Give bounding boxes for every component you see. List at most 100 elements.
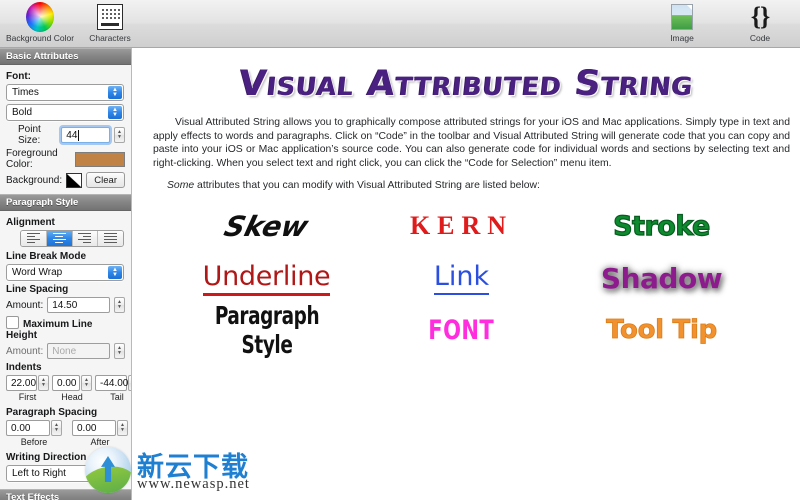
indents-label: Indents [6, 362, 42, 373]
toolbar-label-characters: Characters [89, 33, 131, 43]
alignment-label: Alignment [6, 217, 55, 228]
sample-text-kern: KERN [409, 211, 514, 241]
sample-cell-tool-tip: Tool Tip [562, 315, 762, 346]
align-left-button[interactable] [21, 231, 47, 246]
max-amount-input[interactable]: None [47, 343, 110, 359]
document-subtitle-rest: attributes that you can modify with Visu… [194, 180, 540, 192]
toolbar-button-image[interactable]: Image [650, 2, 714, 43]
point-size-row: Point Size: 44 ▲ ▼ [18, 124, 125, 146]
line-break-mode-value: Word Wrap [12, 267, 63, 278]
line-break-mode-label: Line Break Mode [6, 251, 87, 262]
indent-head-input[interactable]: 0.00 [52, 375, 80, 391]
indent-head-caption: Head [61, 392, 83, 402]
sample-cell-shadow: Shadow [562, 262, 762, 295]
sample-text-shadow: Shadow [600, 261, 723, 295]
indent-head-stepper[interactable]: ▲ ▼ [81, 375, 92, 391]
max-line-height-checkbox[interactable] [6, 316, 19, 329]
sample-row: Underline Link Shadow [133, 252, 800, 304]
spacing-before-input[interactable]: 0.00 [6, 420, 50, 436]
section-header-text-effects[interactable]: Text Effects [0, 489, 131, 500]
background-label: Background: [6, 174, 63, 186]
section-body-basic-attributes: Font: Times ▲ ▼ Bold ▲ ▼ Point Size: 44 ▲ ▼… [0, 65, 131, 194]
sample-cell-kern: KERN [362, 211, 562, 241]
indent-first-caption: First [18, 392, 37, 402]
section-header-basic-attributes[interactable]: Basic Attributes [0, 48, 131, 65]
toolbar-button-code[interactable]: {} Code [728, 2, 792, 44]
chevron-updown-icon: ▲ ▼ [108, 86, 122, 99]
line-break-mode-select[interactable]: Word Wrap ▲ ▼ [6, 264, 124, 281]
line-spacing-amount-input[interactable]: 14.50 [47, 297, 110, 313]
max-amount-label: Amount: [6, 345, 44, 357]
max-amount-stepper[interactable]: ▲ ▼ [114, 343, 125, 359]
document-paragraph: Visual Attributed String allows you to g… [153, 117, 790, 169]
indent-tail-stepper[interactable]: ▲▼ [128, 375, 131, 391]
indent-tail-group: -44.00 ▲▼ Tail [95, 375, 131, 402]
point-size-input[interactable]: 44 [61, 127, 110, 143]
foreground-color-swatch[interactable] [74, 151, 125, 167]
indent-first-stepper[interactable]: ▲ ▼ [38, 375, 49, 391]
max-amount-placeholder: None [52, 345, 77, 357]
character-palette-icon [97, 2, 123, 32]
writing-direction-value: Left to Right [12, 468, 66, 479]
indent-head-group: 0.00 ▲ ▼ Head [52, 375, 92, 402]
indent-first-value: 22.00 [11, 377, 37, 389]
chevron-updown-icon: ▲ ▼ [108, 266, 122, 279]
indent-head-value: 0.00 [57, 377, 77, 389]
spacing-after-value: 0.00 [77, 422, 97, 434]
image-icon [671, 2, 693, 32]
spacing-after-group: 0.00 ▲ ▼ After [72, 420, 128, 447]
spacing-after-caption: After [90, 437, 110, 447]
clear-button[interactable]: Clear [86, 172, 125, 188]
font-family-select[interactable]: Times ▲ ▼ [6, 84, 124, 101]
indent-tail-value: -44.00 [100, 377, 129, 389]
align-right-button[interactable] [72, 231, 99, 246]
align-right-icon [78, 232, 92, 245]
indent-tail-input[interactable]: -44.00 [95, 375, 129, 391]
background-gradient-swatch[interactable] [66, 172, 83, 188]
alignment-segmented-control[interactable] [20, 230, 124, 247]
sample-text-link[interactable]: Link [433, 261, 490, 296]
document-title: Visual Attributed String [237, 64, 696, 104]
background-row: Background: Clear [6, 172, 125, 188]
font-style-select[interactable]: Bold ▲ ▼ [6, 104, 124, 121]
foreground-color-row: Foreground Color: [6, 148, 125, 170]
spacing-before-stepper[interactable]: ▲ ▼ [51, 420, 62, 436]
chevron-updown-icon: ▲ ▼ [108, 467, 122, 480]
spacing-after-stepper[interactable]: ▲ ▼ [117, 420, 128, 436]
align-center-button[interactable] [46, 231, 73, 246]
sample-effects-grid: Skew KERN Stroke Underline Link Shadow P… [133, 200, 800, 359]
toolbar-button-characters[interactable]: Characters [78, 2, 142, 43]
indent-first-group: 22.00 ▲ ▼ First [6, 375, 49, 402]
application-window: Background Color Characters Image {} Cod… [0, 0, 800, 500]
toolbar-button-background-color[interactable]: Background Color [5, 2, 75, 43]
sample-cell-link[interactable]: Link [362, 261, 562, 296]
sample-text-skew: Skew [221, 209, 312, 243]
toolbar-label-image: Image [670, 33, 694, 43]
section-body-paragraph-style: Alignment Line Break Mode Word Wrap ▲ ▼ … [0, 211, 131, 489]
writing-direction-select[interactable]: Left to Right ▲ ▼ [6, 465, 124, 482]
sample-row: Paragraph Style FONT Tool Tip [133, 301, 800, 359]
sample-text-font: FONT [428, 314, 495, 346]
indent-first-input[interactable]: 22.00 [6, 375, 37, 391]
section-header-paragraph-style[interactable]: Paragraph Style [0, 194, 131, 211]
writing-direction-label: Writing Direction [6, 452, 87, 463]
spacing-after-input[interactable]: 0.00 [72, 420, 116, 436]
line-spacing-stepper[interactable]: ▲ ▼ [114, 297, 125, 313]
sample-cell-font: FONT [362, 315, 562, 346]
sample-row: Skew KERN Stroke [133, 200, 800, 252]
sample-cell-paragraph-style: Paragraph Style [172, 301, 362, 359]
line-spacing-row: Amount: 14.50 ▲ ▼ [6, 297, 125, 313]
spacing-before-group: 0.00 ▲ ▼ Before [6, 420, 62, 447]
align-justify-button[interactable] [98, 231, 123, 246]
sample-text-tool-tip: Tool Tip [606, 315, 718, 346]
align-center-icon [52, 232, 66, 245]
sample-text-stroke: Stroke [613, 210, 711, 242]
line-spacing-amount-value: 14.50 [52, 299, 78, 311]
chevron-updown-icon: ▲ ▼ [108, 106, 122, 119]
max-line-height-row[interactable]: Maximum Line Height [6, 316, 125, 341]
document-canvas[interactable]: Visual Attributed String Visual Attribut… [133, 48, 800, 500]
toolbar-label-background-color: Background Color [5, 33, 75, 43]
paragraph-spacing-label: Paragraph Spacing [6, 407, 98, 418]
sample-cell-underline: Underline [172, 261, 362, 296]
point-size-stepper[interactable]: ▲ ▼ [114, 127, 125, 143]
